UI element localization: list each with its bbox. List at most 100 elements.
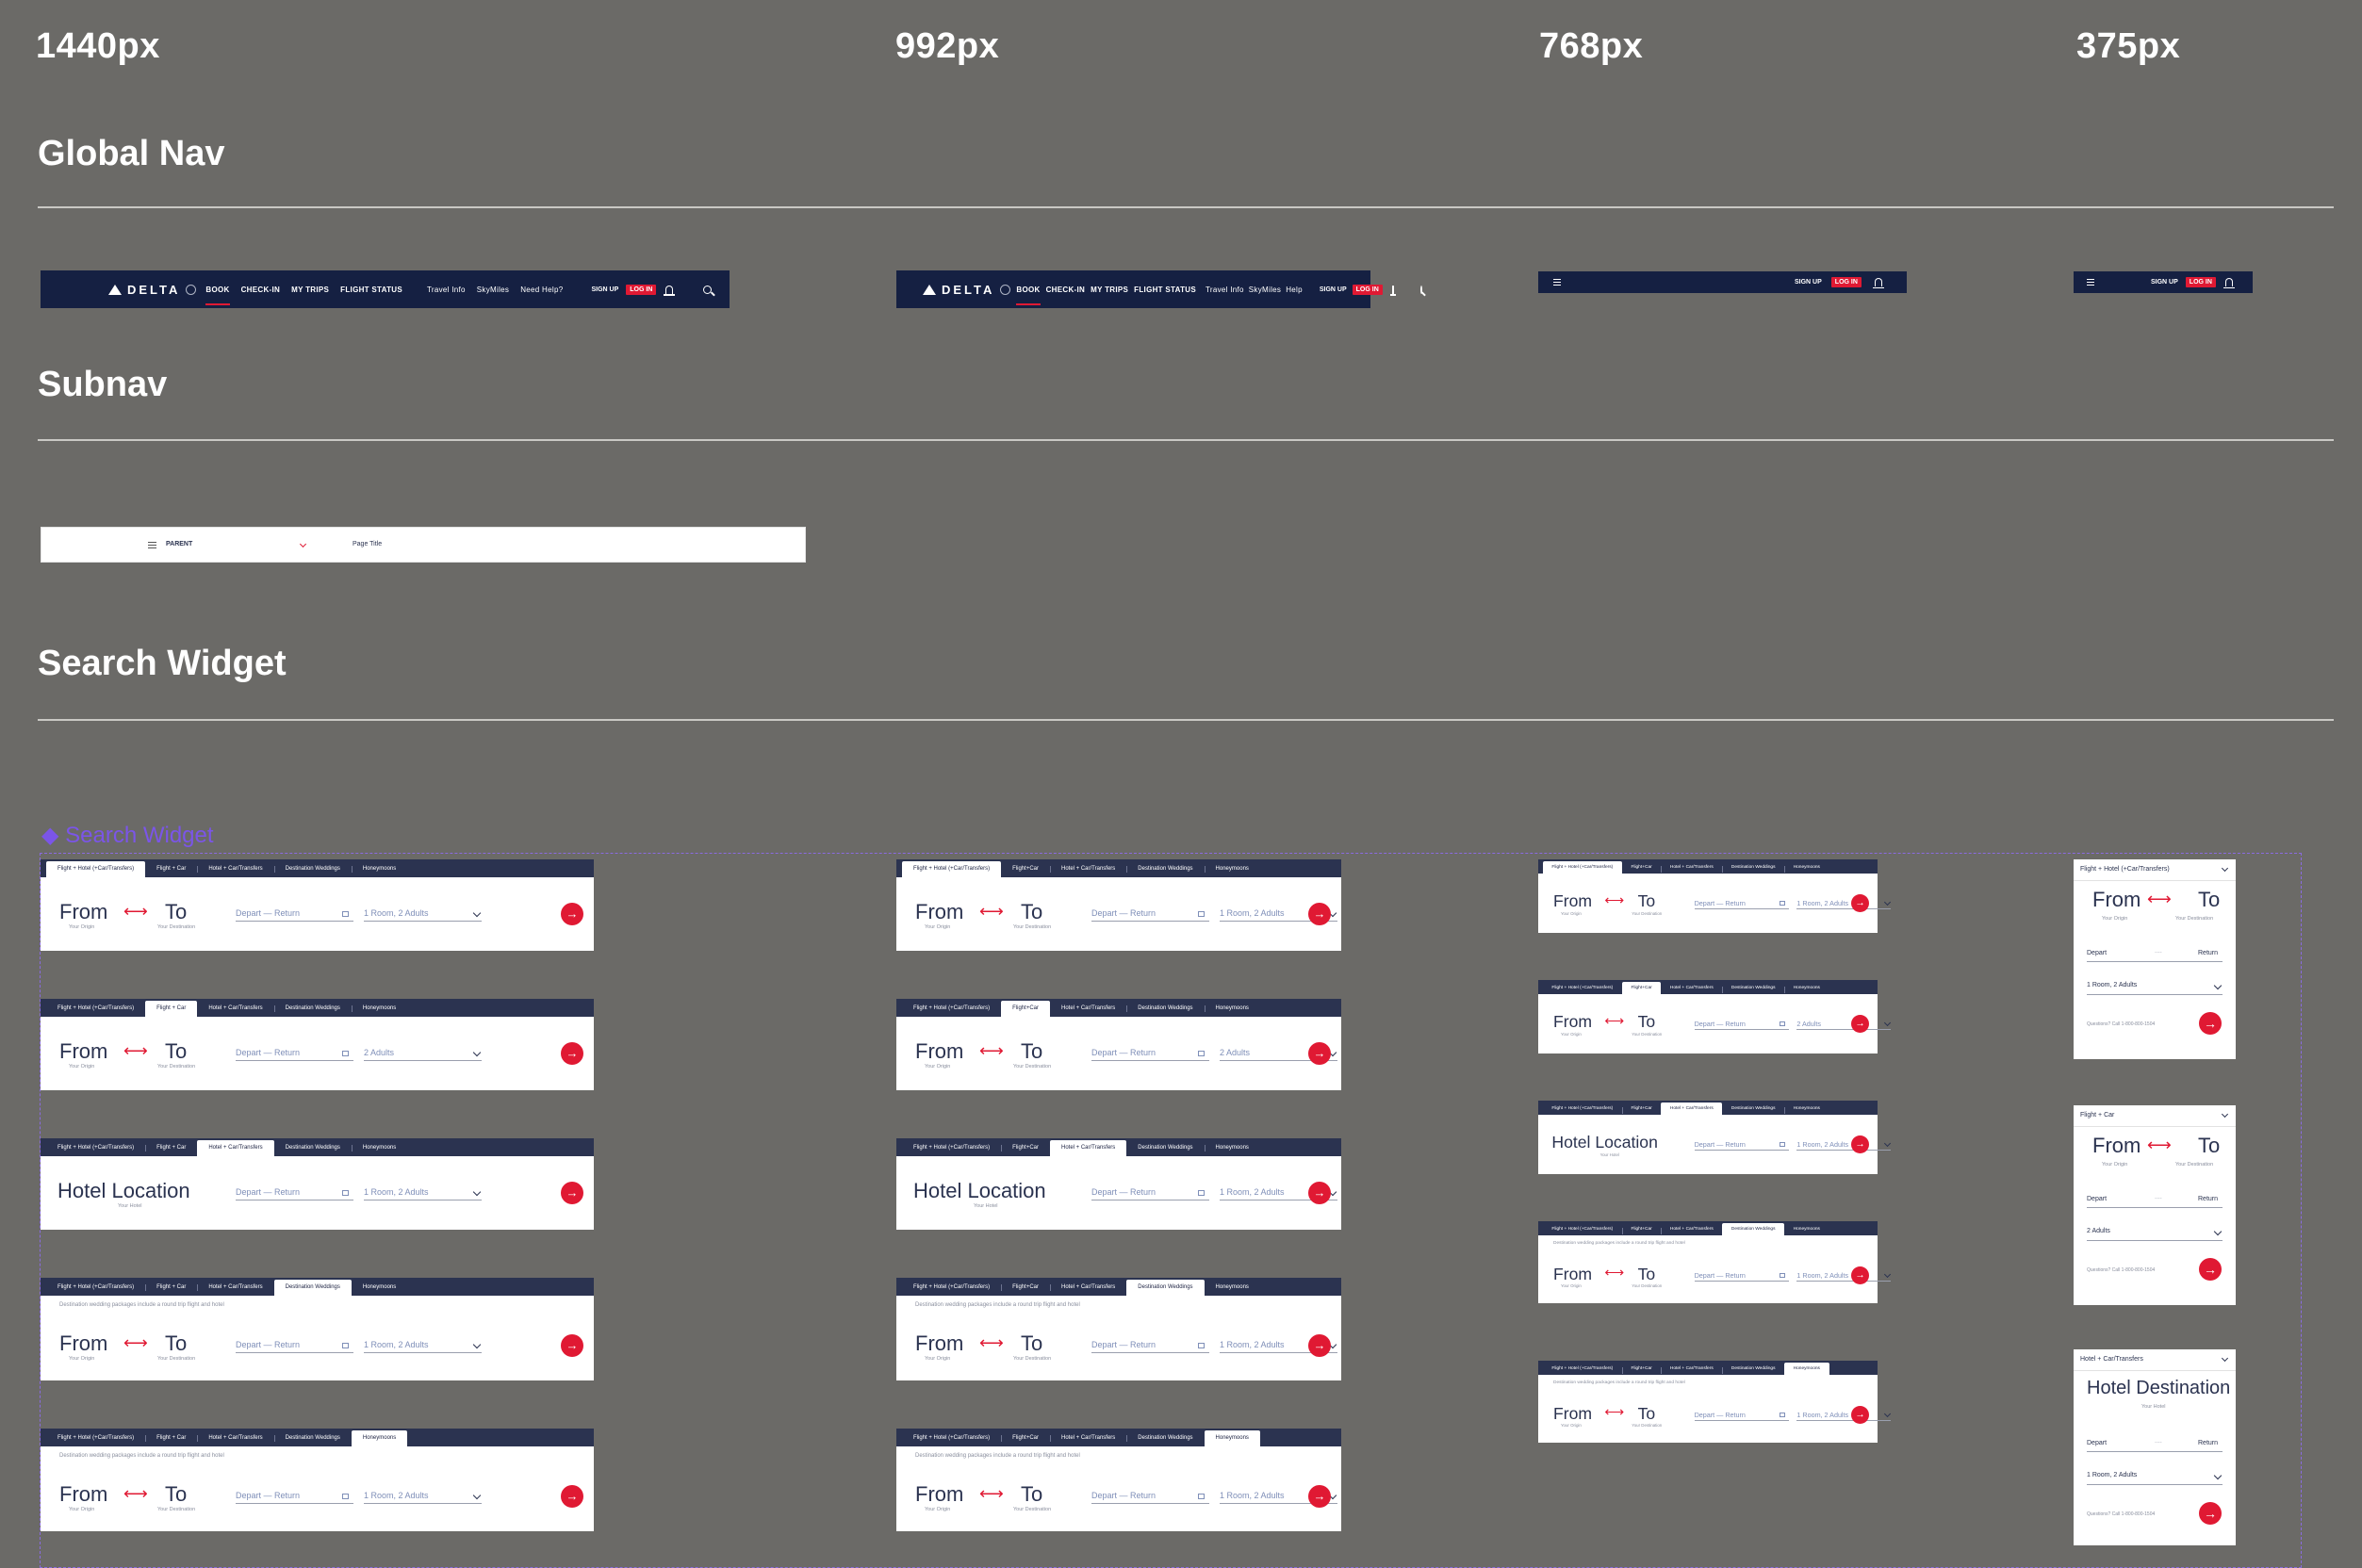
nav-item-my-trips[interactable]: MY TRIPS	[291, 286, 329, 294]
log-in-button[interactable]: LOG IN	[626, 284, 657, 295]
tab-0[interactable]: Flight + Hotel (+Car/Transfers)	[1543, 982, 1622, 995]
widget-type-dropdown[interactable]: Hotel + Car/Transfers	[2074, 1349, 2236, 1371]
sign-up-link[interactable]: SIGN UP	[591, 286, 618, 293]
tab-1[interactable]: Flight + Car	[145, 1280, 197, 1296]
passengers-field[interactable]: 1 Room, 2 Adults	[1796, 1140, 1892, 1151]
from-label[interactable]: From	[59, 1482, 107, 1507]
calendar-icon[interactable]	[1780, 1141, 1785, 1147]
tab-0[interactable]: Flight + Hotel (+Car/Transfers)	[46, 1280, 145, 1296]
search-submit-button[interactable]: →	[561, 903, 583, 925]
tab-2[interactable]: Hotel + Car/Transfers	[1661, 1102, 1723, 1116]
tab-2[interactable]: Hotel + Car/Transfers	[197, 861, 273, 877]
tab-3[interactable]: Destination Weddings	[274, 1140, 352, 1156]
tab-0[interactable]: Flight + Hotel (+Car/Transfers)	[902, 1430, 1001, 1446]
chevron-down-icon[interactable]	[2213, 981, 2223, 990]
swap-arrows-icon[interactable]: ⟷	[123, 1484, 148, 1504]
to-label[interactable]: To	[165, 1482, 187, 1507]
to-label[interactable]: To	[1021, 1331, 1042, 1356]
to-label[interactable]: To	[1021, 1039, 1042, 1064]
from-label[interactable]: From	[1553, 1265, 1592, 1284]
tab-2[interactable]: Hotel + Car/Transfers	[1049, 861, 1126, 877]
swap-arrows-icon[interactable]: ⟷	[1604, 1405, 1624, 1420]
calendar-icon[interactable]	[342, 1051, 349, 1056]
to-label[interactable]: To	[1638, 1012, 1656, 1032]
date-range-field[interactable]: Depart — Return	[1091, 1491, 1209, 1504]
search-submit-button[interactable]: →	[1308, 1042, 1331, 1065]
tab-3[interactable]: Destination Weddings	[1722, 1222, 1785, 1236]
tab-2[interactable]: Hotel + Car/Transfers	[197, 1280, 273, 1296]
swap-arrows-icon[interactable]: ⟷	[1604, 1266, 1624, 1281]
tab-4[interactable]: Honeymoons	[1205, 1280, 1260, 1296]
tab-3[interactable]: Destination Weddings	[1126, 861, 1204, 877]
log-in-button[interactable]: LOG IN	[1352, 284, 1383, 295]
nav-item-check-in[interactable]: CHECK-IN	[241, 286, 281, 294]
tab-3[interactable]: Destination Weddings	[1126, 1140, 1204, 1156]
tab-4[interactable]: Honeymoons	[352, 1280, 407, 1296]
nav-item-book[interactable]: BOOK	[205, 286, 230, 305]
search-submit-button[interactable]: →	[1308, 1182, 1331, 1204]
tab-1[interactable]: Flight+Car	[1001, 1001, 1050, 1017]
tab-3[interactable]: Destination Weddings	[1722, 1102, 1784, 1116]
tab-2[interactable]: Hotel + Car/Transfers	[197, 1430, 273, 1446]
search-submit-button[interactable]: →	[1851, 1266, 1870, 1285]
swap-arrows-icon[interactable]: ⟷	[2147, 890, 2172, 909]
date-range-field[interactable]: Depart — Return	[1694, 1271, 1789, 1282]
search-submit-button[interactable]: →	[1851, 1014, 1870, 1033]
to-label[interactable]: To	[1638, 891, 1656, 911]
tab-0[interactable]: Flight + Hotel (+Car/Transfers)	[46, 1001, 145, 1017]
tab-4[interactable]: Honeymoons	[1204, 1430, 1260, 1446]
search-submit-button[interactable]: →	[1851, 1135, 1870, 1153]
from-label[interactable]: From	[2092, 888, 2141, 912]
swap-arrows-icon[interactable]: ⟷	[1604, 893, 1624, 908]
tab-0[interactable]: Flight + Hotel (+Car/Transfers)	[902, 1140, 1001, 1156]
passengers-field[interactable]: 1 Room, 2 Adults	[1796, 899, 1892, 909]
tab-1[interactable]: Flight+Car	[1622, 861, 1661, 874]
swap-arrows-icon[interactable]: ⟷	[979, 1041, 1004, 1061]
tab-1[interactable]: Flight+Car	[1621, 981, 1662, 995]
to-label[interactable]: To	[1021, 1482, 1042, 1507]
tab-4[interactable]: Honeymoons	[1204, 1140, 1260, 1156]
to-label[interactable]: To	[2198, 888, 2220, 912]
search-icon[interactable]	[703, 285, 713, 294]
swap-arrows-icon[interactable]: ⟷	[123, 1041, 148, 1061]
swap-arrows-icon[interactable]: ⟷	[123, 1333, 148, 1353]
search-submit-button[interactable]: →	[1308, 1485, 1331, 1508]
sign-up-link[interactable]: SIGN UP	[1795, 279, 1822, 286]
calendar-icon[interactable]	[1198, 1494, 1205, 1499]
from-label[interactable]: From	[1553, 891, 1592, 911]
tab-4[interactable]: Honeymoons	[1784, 1362, 1829, 1376]
date-range-field[interactable]: Depart — Return	[1694, 1411, 1789, 1421]
tab-2[interactable]: Hotel + Car/Transfers	[1661, 861, 1722, 874]
globe-icon[interactable]	[186, 284, 197, 295]
tab-2[interactable]: Hotel + Car/Transfers	[1050, 1001, 1126, 1017]
to-label[interactable]: To	[2198, 1134, 2220, 1158]
search-submit-button[interactable]: →	[561, 1182, 583, 1204]
nav-item-help[interactable]: Help	[1286, 286, 1303, 294]
log-in-button[interactable]: LOG IN	[1830, 277, 1862, 287]
tab-0[interactable]: Flight + Hotel (+Car/Transfers)	[1543, 1223, 1622, 1236]
calendar-icon[interactable]	[1780, 900, 1785, 906]
delta-logo[interactable]: DELTA	[923, 283, 1011, 297]
from-label[interactable]: From	[915, 1482, 963, 1507]
passengers-field[interactable]: 2 Adults	[364, 1048, 482, 1061]
date-range-field[interactable]: Depart — Return	[1091, 1187, 1209, 1200]
chevron-down-icon[interactable]	[299, 540, 307, 548]
date-range-field[interactable]: Depart — Return	[236, 1048, 353, 1061]
nav-item-flight-status[interactable]: FLIGHT STATUS	[340, 286, 402, 294]
calendar-icon[interactable]	[1198, 1190, 1205, 1196]
hotel-location-label[interactable]: Hotel Location	[57, 1179, 190, 1203]
tab-3[interactable]: Destination Weddings	[273, 1001, 352, 1017]
nav-item-check-in[interactable]: CHECK-IN	[1046, 286, 1086, 294]
passengers-field[interactable]: 1 Room, 2 Adults	[1796, 1271, 1892, 1282]
widget-type-dropdown[interactable]: Flight + Car	[2074, 1105, 2236, 1127]
date-range-field[interactable]: Depart — Return	[1694, 899, 1789, 909]
globe-icon[interactable]	[1000, 284, 1011, 295]
nav-item-travel-info[interactable]: Travel Info	[1206, 286, 1244, 294]
search-submit-button[interactable]: →	[561, 1334, 583, 1357]
tab-4[interactable]: Honeymoons	[351, 1430, 408, 1446]
widget-type-dropdown[interactable]: Flight + Hotel (+Car/Transfers)	[2074, 859, 2236, 881]
tab-3[interactable]: Destination Weddings	[1126, 1280, 1205, 1296]
tab-1[interactable]: Flight+Car	[1001, 861, 1050, 877]
tab-4[interactable]: Honeymoons	[1784, 1223, 1829, 1236]
to-label[interactable]: To	[1638, 1404, 1656, 1424]
